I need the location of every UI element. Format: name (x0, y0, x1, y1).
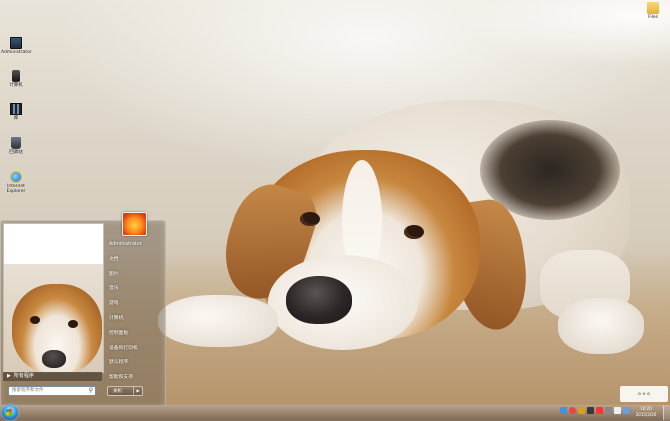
desktop-icon-label: Files (648, 15, 658, 20)
desktop-icon-user[interactable]: Administrator (1, 37, 32, 55)
system-tray (560, 407, 630, 414)
start-item-devices-printers[interactable]: 设备和打印机 (106, 342, 162, 357)
dog-nose (42, 350, 66, 368)
desktop-icon-label: 回收站 (9, 150, 23, 155)
start-search-input[interactable]: 搜索程序和文件 ⚲ (8, 386, 96, 396)
desktop-icon-libraries[interactable]: 库 (1, 103, 31, 121)
internet-explorer-icon (10, 171, 22, 183)
start-item-default-programs[interactable]: 默认程序 (106, 356, 162, 371)
computer-icon (12, 70, 20, 82)
start-menu-right-pane: Administrator 文档 图片 音乐 游戏 计算机 控制面板 设备和打印… (106, 238, 162, 386)
start-item-control-panel[interactable]: 控制面板 (106, 327, 162, 342)
desktop-icon-files[interactable]: Files (638, 2, 668, 20)
user-folder-icon (10, 37, 22, 49)
desktop-icon-label: Administrator (1, 50, 32, 55)
search-placeholder: 搜索程序和文件 (12, 388, 44, 393)
shutdown-label: 关机 (113, 389, 122, 394)
watermark-logo: ✿ ❀ ✿ (620, 386, 668, 402)
folder-icon (647, 2, 659, 14)
start-item-user[interactable]: Administrator (106, 238, 162, 253)
start-item-help[interactable]: 帮助和支持 (106, 371, 162, 386)
windows-logo-icon (6, 408, 12, 416)
dog-eye-left (300, 212, 320, 226)
shutdown-options-arrow-icon[interactable]: ▶ (133, 387, 142, 395)
start-item-computer[interactable]: 计算机 (106, 312, 162, 327)
clock-date: 2015/3/20 (635, 411, 657, 417)
dog-eye-left (30, 316, 40, 324)
all-programs-button[interactable]: ▶ 所有程序 (3, 372, 102, 381)
show-desktop-button[interactable] (663, 405, 670, 420)
antivirus-icon[interactable] (596, 407, 603, 414)
security-icon[interactable] (569, 407, 576, 414)
search-icon[interactable]: ⚲ (89, 387, 93, 395)
notification-icon[interactable] (578, 407, 585, 414)
start-menu-programs-pane (3, 223, 104, 373)
libraries-icon (10, 103, 22, 115)
all-programs-label: 所有程序 (13, 373, 34, 379)
dog-eye-right (68, 320, 78, 328)
volume-icon[interactable] (605, 407, 612, 414)
start-item-documents[interactable]: 文档 (106, 253, 162, 268)
dog-nose (286, 276, 352, 324)
dog-paw-left (158, 295, 278, 347)
shutdown-button[interactable]: 关机 ▶ (107, 386, 143, 396)
taskbar-clock[interactable]: 10:20 2015/3/20 (632, 406, 660, 417)
input-method-icon[interactable] (587, 407, 594, 414)
recycle-bin-icon (11, 137, 21, 149)
desktop-icon-label: Internet Explorer (6, 184, 26, 194)
speaker-icon[interactable] (623, 407, 630, 414)
flag-icon[interactable] (614, 407, 621, 414)
user-picture-flower[interactable] (122, 212, 147, 236)
desktop-icon-label: 计算机 (9, 83, 23, 88)
dog-eye-right (404, 225, 424, 239)
network-icon[interactable] (560, 407, 567, 414)
play-arrow-icon: ▶ (7, 373, 11, 379)
desktop-icon-ie[interactable]: Internet Explorer (1, 171, 31, 194)
desktop-icon-recycle-bin[interactable]: 回收站 (1, 137, 31, 155)
start-item-music[interactable]: 音乐 (106, 282, 162, 297)
desktop-icon-label: 库 (13, 116, 19, 121)
start-item-games[interactable]: 游戏 (106, 297, 162, 312)
dog-paw-right (558, 298, 644, 354)
start-item-pictures[interactable]: 图片 (106, 268, 162, 283)
desktop-icon-computer[interactable]: 计算机 (1, 70, 31, 88)
